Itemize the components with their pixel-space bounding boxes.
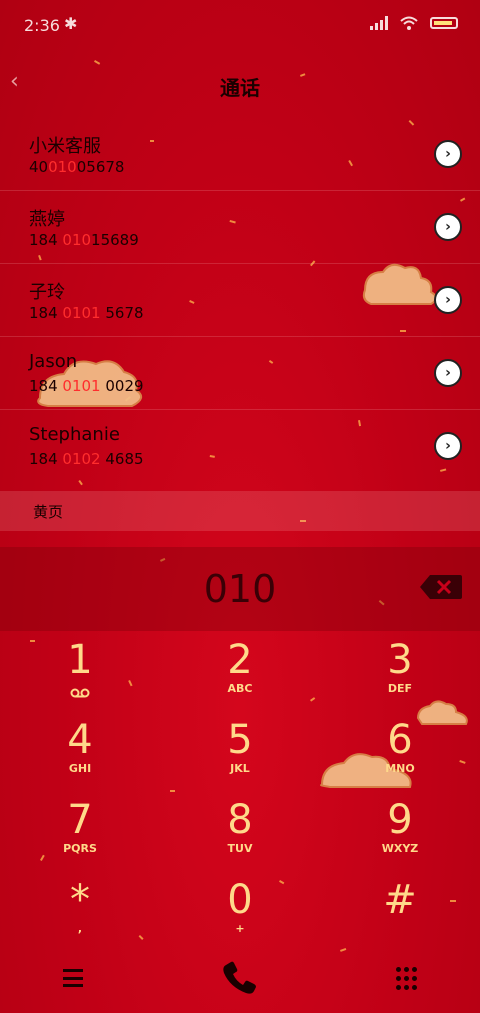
backspace-icon[interactable] xyxy=(418,573,464,601)
status-time: 2:36 xyxy=(24,16,60,35)
key-digit: * xyxy=(70,877,90,923)
contact-row[interactable]: Jason 184 0101 0029 › xyxy=(0,337,480,410)
header: ‹ 通话 xyxy=(0,60,480,110)
key-5[interactable]: 5 JKL xyxy=(160,711,320,791)
section-label: 黄页 xyxy=(33,503,64,521)
key-letters: WXYZ xyxy=(381,842,419,855)
contact-number: 4001005678 xyxy=(29,158,125,176)
dialed-number: 010 xyxy=(203,567,277,611)
key-8[interactable]: 8 TUV xyxy=(160,791,320,871)
key-letters: JKL xyxy=(230,762,250,775)
chevron-right-icon[interactable]: › xyxy=(434,140,462,168)
page-title: 通话 xyxy=(220,76,260,100)
key-digit: 9 xyxy=(387,797,413,843)
key-digit: # xyxy=(383,877,417,923)
contact-suggestion-list: 小米客服 4001005678 › 燕婷 184 01015689 › 子玲 1… xyxy=(0,118,480,483)
contact-row[interactable]: 小米客服 4001005678 › xyxy=(0,118,480,191)
key-star[interactable]: * , xyxy=(0,871,160,951)
contact-number: 184 0102 4685 xyxy=(29,450,144,468)
chevron-right-icon[interactable]: › xyxy=(434,432,462,460)
bluetooth-icon: ✱ xyxy=(64,14,78,33)
key-letters: TUV xyxy=(227,842,253,855)
key-9[interactable]: 9 WXYZ xyxy=(320,791,480,871)
key-letters: ABC xyxy=(227,682,253,695)
key-digit: 1 xyxy=(67,637,93,683)
key-letters: , xyxy=(77,922,83,935)
key-hash[interactable]: # xyxy=(320,871,480,951)
dialpad: 1 2 ABC 3 DEF 4 GHI 5 JKL 6 MNO 7 PQRS 8… xyxy=(0,631,480,951)
key-letters: DEF xyxy=(387,682,413,695)
key-digit: 0 xyxy=(227,877,253,923)
chevron-right-icon[interactable]: › xyxy=(434,286,462,314)
wifi-icon xyxy=(400,16,418,30)
contact-name: 小米客服 xyxy=(29,136,101,157)
key-3[interactable]: 3 DEF xyxy=(320,631,480,711)
key-2[interactable]: 2 ABC xyxy=(160,631,320,711)
contact-row[interactable]: 子玲 184 0101 5678 › xyxy=(0,264,480,337)
status-bar: 2:36 ✱ xyxy=(0,0,480,52)
key-6[interactable]: 6 MNO xyxy=(320,711,480,791)
contact-number: 184 0101 0029 xyxy=(29,377,144,395)
key-letters: PQRS xyxy=(63,842,97,855)
contact-number: 184 0101 5678 xyxy=(29,304,144,322)
key-letters: GHI xyxy=(68,762,92,775)
chevron-right-icon[interactable]: › xyxy=(434,213,462,241)
voicemail-icon xyxy=(70,688,90,698)
contact-name: 子玲 xyxy=(29,282,65,303)
key-0[interactable]: 0 + xyxy=(160,871,320,951)
dialed-number-bar: 010 xyxy=(0,547,480,631)
battery-icon xyxy=(430,17,458,29)
key-letters: MNO xyxy=(385,762,415,775)
signal-icon xyxy=(370,16,388,30)
key-7[interactable]: 7 PQRS xyxy=(0,791,160,871)
bottom-bar xyxy=(0,955,480,1013)
key-letters: + xyxy=(235,922,245,935)
phone-icon[interactable] xyxy=(218,959,262,999)
menu-icon[interactable] xyxy=(63,969,83,987)
key-digit: 7 xyxy=(67,797,93,843)
contact-row[interactable]: Stephanie 184 0102 4685 › xyxy=(0,410,480,483)
key-digit: 5 xyxy=(227,717,253,763)
dialpad-icon[interactable] xyxy=(396,967,418,991)
key-digit: 4 xyxy=(67,717,93,763)
contact-name: Jason xyxy=(29,351,78,372)
status-icons xyxy=(370,16,458,30)
key-4[interactable]: 4 GHI xyxy=(0,711,160,791)
key-digit: 8 xyxy=(227,797,253,843)
contact-name: Stephanie xyxy=(29,424,120,445)
yellow-pages-section[interactable]: 黄页 xyxy=(0,491,480,531)
contact-name: 燕婷 xyxy=(29,209,65,230)
contact-number: 184 01015689 xyxy=(29,231,139,249)
key-digit: 3 xyxy=(387,637,413,683)
key-1[interactable]: 1 xyxy=(0,631,160,711)
key-digit: 6 xyxy=(387,717,413,763)
key-digit: 2 xyxy=(227,637,253,683)
chevron-right-icon[interactable]: › xyxy=(434,359,462,387)
contact-row[interactable]: 燕婷 184 01015689 › xyxy=(0,191,480,264)
